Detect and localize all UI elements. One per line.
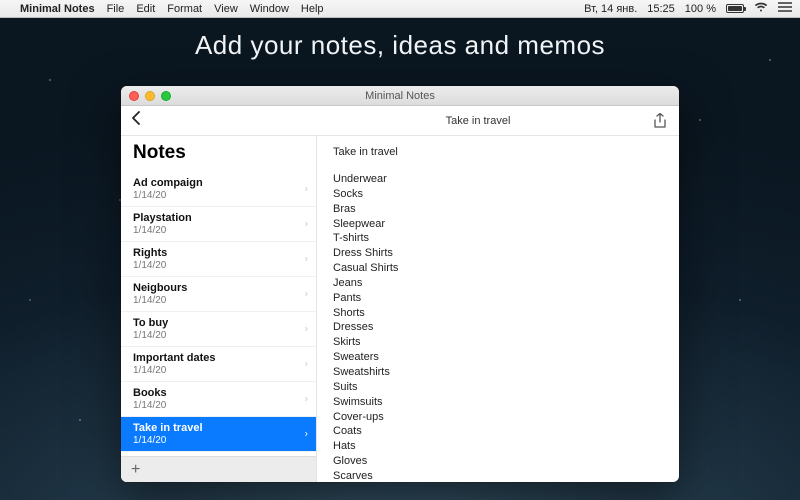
menubar-date: Вт, 14 янв. bbox=[584, 3, 637, 15]
note-content-line: Bras bbox=[333, 202, 663, 217]
note-row-title: Rights bbox=[133, 247, 304, 259]
note-content[interactable]: Take in travel UnderwearSocksBrasSleepwe… bbox=[317, 136, 679, 482]
share-button[interactable] bbox=[653, 113, 669, 129]
menubar-battery-percent: 100 % bbox=[685, 3, 716, 15]
window-close-button[interactable] bbox=[129, 91, 139, 101]
note-content-line: Dress Shirts bbox=[333, 246, 663, 261]
plus-icon: + bbox=[131, 461, 140, 479]
note-content-line: Skirts bbox=[333, 335, 663, 350]
note-row[interactable]: Rights1/14/20› bbox=[121, 242, 316, 277]
note-content-line: Sweaters bbox=[333, 350, 663, 365]
chevron-right-icon: › bbox=[305, 394, 308, 405]
note-row-title: Important dates bbox=[133, 352, 304, 364]
menu-view[interactable]: View bbox=[214, 3, 238, 15]
notes-sidebar: Notes Ad compaign1/14/20›Playstation1/14… bbox=[121, 136, 317, 482]
note-content-line: Shorts bbox=[333, 306, 663, 321]
chevron-right-icon: › bbox=[305, 184, 308, 195]
note-content-line: Gloves bbox=[333, 454, 663, 469]
chevron-right-icon: › bbox=[305, 324, 308, 335]
window-toolbar: Take in travel bbox=[121, 106, 679, 136]
note-row-date: 1/14/20 bbox=[133, 330, 304, 341]
note-content-line: Jeans bbox=[333, 276, 663, 291]
macos-menubar: Minimal Notes File Edit Format View Wind… bbox=[0, 0, 800, 18]
note-content-line: Coats bbox=[333, 424, 663, 439]
chevron-right-icon: › bbox=[305, 359, 308, 370]
note-row[interactable]: Neigbours1/14/20› bbox=[121, 277, 316, 312]
menu-extras-icon[interactable] bbox=[778, 2, 792, 15]
note-content-line: Underwear bbox=[333, 172, 663, 187]
note-content-line: Casual Shirts bbox=[333, 261, 663, 276]
chevron-right-icon: › bbox=[305, 219, 308, 230]
menubar-app-name[interactable]: Minimal Notes bbox=[20, 3, 95, 15]
note-row-date: 1/14/20 bbox=[133, 260, 304, 271]
note-row-date: 1/14/20 bbox=[133, 400, 304, 411]
notes-list[interactable]: Ad compaign1/14/20›Playstation1/14/20›Ri… bbox=[121, 172, 316, 456]
toolbar-title: Take in travel bbox=[317, 115, 639, 127]
note-row-title: Ad compaign bbox=[133, 177, 304, 189]
note-row[interactable]: Important dates1/14/20› bbox=[121, 347, 316, 382]
sidebar-heading: Notes bbox=[121, 136, 316, 172]
window-zoom-button[interactable] bbox=[161, 91, 171, 101]
note-row-date: 1/14/20 bbox=[133, 225, 304, 236]
menu-help[interactable]: Help bbox=[301, 3, 324, 15]
note-content-line: Sleepwear bbox=[333, 217, 663, 232]
note-content-line: Scarves bbox=[333, 469, 663, 482]
note-row-date: 1/14/20 bbox=[133, 295, 304, 306]
menu-file[interactable]: File bbox=[107, 3, 125, 15]
window-minimize-button[interactable] bbox=[145, 91, 155, 101]
note-content-line: Suits bbox=[333, 380, 663, 395]
note-row-title: Books bbox=[133, 387, 304, 399]
note-content-title: Take in travel bbox=[333, 146, 663, 158]
add-note-button[interactable]: + bbox=[121, 456, 316, 482]
promo-tagline: Add your notes, ideas and memos bbox=[0, 30, 800, 61]
note-row-title: Playstation bbox=[133, 212, 304, 224]
note-content-line: Cover-ups bbox=[333, 410, 663, 425]
menubar-time: 15:25 bbox=[647, 3, 675, 15]
back-button[interactable] bbox=[131, 111, 151, 130]
note-content-line: Hats bbox=[333, 439, 663, 454]
wifi-icon bbox=[754, 2, 768, 15]
chevron-right-icon: › bbox=[305, 254, 308, 265]
battery-icon bbox=[726, 4, 744, 13]
window-titlebar[interactable]: Minimal Notes bbox=[121, 86, 679, 106]
note-content-line: Sweatshirts bbox=[333, 365, 663, 380]
window-title: Minimal Notes bbox=[121, 90, 679, 102]
note-content-line: T-shirts bbox=[333, 231, 663, 246]
chevron-right-icon: › bbox=[305, 289, 308, 300]
menu-format[interactable]: Format bbox=[167, 3, 202, 15]
note-row-date: 1/14/20 bbox=[133, 435, 304, 446]
note-row[interactable]: To buy1/14/20› bbox=[121, 312, 316, 347]
note-content-line: Swimsuits bbox=[333, 395, 663, 410]
note-content-line: Socks bbox=[333, 187, 663, 202]
app-window: Minimal Notes Take in travel Notes Ad co… bbox=[121, 86, 679, 482]
note-row-title: Take in travel bbox=[133, 422, 304, 434]
note-row-title: Neigbours bbox=[133, 282, 304, 294]
note-row[interactable]: Food1/14/20› bbox=[121, 452, 316, 456]
note-row-date: 1/14/20 bbox=[133, 365, 304, 376]
note-row[interactable]: Playstation1/14/20› bbox=[121, 207, 316, 242]
menu-window[interactable]: Window bbox=[250, 3, 289, 15]
note-row[interactable]: Books1/14/20› bbox=[121, 382, 316, 417]
menu-edit[interactable]: Edit bbox=[136, 3, 155, 15]
note-content-line: Pants bbox=[333, 291, 663, 306]
chevron-right-icon: › bbox=[305, 429, 308, 440]
note-row-date: 1/14/20 bbox=[133, 190, 304, 201]
note-row[interactable]: Take in travel1/14/20› bbox=[121, 417, 316, 452]
note-content-line: Dresses bbox=[333, 320, 663, 335]
note-row-title: To buy bbox=[133, 317, 304, 329]
note-row[interactable]: Ad compaign1/14/20› bbox=[121, 172, 316, 207]
